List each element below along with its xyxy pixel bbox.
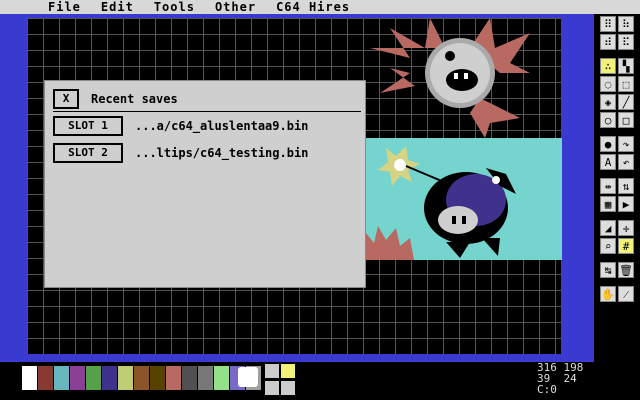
mode-b-icon[interactable] [281, 364, 295, 378]
palette-swatch[interactable] [102, 366, 118, 390]
slot-row: SLOT 1 ...a/c64_aluslentaa9.bin [53, 116, 308, 136]
slot-1-path: ...a/c64_aluslentaa9.bin [135, 119, 309, 133]
dialog-title: Recent saves [91, 92, 178, 106]
close-button[interactable]: X [53, 89, 79, 109]
grid-toggle-icon[interactable]: # [618, 238, 634, 254]
mode-a-icon[interactable] [265, 364, 279, 378]
tool-panel: ⠿ ⠷ ⠾ ⠯ ∴ ▚ ◌ ⬚ ◈ ╱ ○ □ ● ↷ A ↶ ⇹ ⇅ ▦ ▶ … [594, 14, 640, 362]
pattern-b-icon[interactable]: ⠷ [618, 16, 634, 32]
mirror-h-icon[interactable]: ⇹ [600, 178, 616, 194]
current-color-swatch[interactable] [238, 367, 258, 387]
line-icon[interactable]: ╱ [618, 94, 634, 110]
crosshair-icon[interactable]: ✛ [618, 220, 634, 236]
hand-icon[interactable]: ✋ [600, 286, 616, 302]
coords-line-3: C:0 [537, 383, 557, 396]
redo-icon[interactable]: ↷ [618, 136, 634, 152]
slot-1-button[interactable]: SLOT 1 [53, 116, 123, 136]
grid-icon[interactable]: ▦ [600, 196, 616, 212]
zoom-icon[interactable]: ⌕ [600, 238, 616, 254]
slot-row: SLOT 2 ...ltips/c64_testing.bin [53, 143, 308, 163]
palette-swatch[interactable] [182, 366, 198, 390]
picker-icon[interactable]: ⁄ [618, 286, 634, 302]
menu-tools[interactable]: Tools [154, 0, 195, 14]
palette-swatch[interactable] [22, 366, 38, 390]
palette-swatch[interactable] [6, 366, 22, 390]
undo-redo-icon[interactable]: ↹ [600, 262, 616, 278]
play-icon[interactable]: ▶ [618, 196, 634, 212]
brush-size-icon[interactable]: ◢ [600, 220, 616, 236]
eraser-icon[interactable]: ◈ [600, 94, 616, 110]
palette-bar: 316 198 39 24 C:0 [0, 362, 640, 400]
undo-icon[interactable]: ↶ [618, 154, 634, 170]
fill-icon[interactable]: ▚ [618, 58, 634, 74]
pattern-c-icon[interactable]: ⠾ [600, 34, 616, 50]
palette-swatch[interactable] [54, 366, 70, 390]
text-icon[interactable]: A [600, 154, 616, 170]
menu-mode[interactable]: C64 Hires [276, 0, 350, 14]
artwork-red-creature [370, 18, 530, 138]
recent-saves-dialog: X Recent saves SLOT 1 ...a/c64_aluslenta… [44, 80, 366, 288]
palette-swatch[interactable] [134, 366, 150, 390]
menu-bar: File Edit Tools Other C64 Hires [0, 0, 640, 14]
palette-swatch[interactable] [70, 366, 86, 390]
menu-file[interactable]: File [48, 0, 81, 14]
dialog-header: X Recent saves [53, 89, 178, 109]
mode-c-icon[interactable] [265, 381, 279, 395]
lasso-icon[interactable]: ◌ [600, 76, 616, 92]
spray-icon[interactable]: ∴ [600, 58, 616, 74]
slot-2-button[interactable]: SLOT 2 [53, 143, 123, 163]
palette-swatch[interactable] [214, 366, 230, 390]
pattern-a-icon[interactable]: ⠿ [600, 16, 616, 32]
coordinate-readout: 316 198 39 24 C:0 [537, 362, 583, 395]
palette-swatch[interactable] [166, 366, 182, 390]
circle-icon[interactable]: ○ [600, 112, 616, 128]
trash-icon[interactable]: 🗑 [618, 262, 634, 278]
rectangle-icon[interactable]: □ [618, 112, 634, 128]
menu-edit[interactable]: Edit [101, 0, 134, 14]
brush-icon[interactable]: ● [600, 136, 616, 152]
artwork-bomb-creature [366, 138, 562, 260]
slot-2-path: ...ltips/c64_testing.bin [135, 146, 309, 160]
palette-swatch[interactable] [38, 366, 54, 390]
palette-swatch[interactable] [150, 366, 166, 390]
palette-swatch[interactable] [198, 366, 214, 390]
palette-swatch[interactable] [86, 366, 102, 390]
mode-d-icon[interactable] [281, 381, 295, 395]
color-palette [6, 366, 262, 390]
mode-buttons [265, 364, 297, 396]
select-icon[interactable]: ⬚ [618, 76, 634, 92]
mirror-v-icon[interactable]: ⇅ [618, 178, 634, 194]
divider [53, 111, 361, 112]
menu-other[interactable]: Other [215, 0, 256, 14]
pattern-d-icon[interactable]: ⠯ [618, 34, 634, 50]
palette-swatch[interactable] [118, 366, 134, 390]
